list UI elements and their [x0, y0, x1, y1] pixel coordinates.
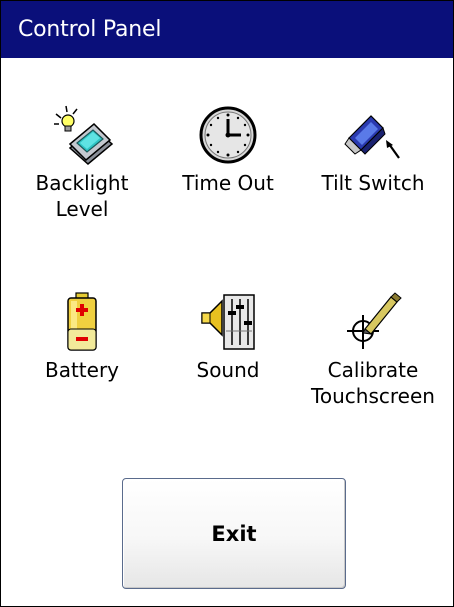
battery-item[interactable]: Battery — [7, 291, 157, 383]
title-bar: Control Panel — [1, 1, 453, 58]
clock-icon — [199, 106, 257, 164]
tilt-switch-item[interactable]: Tilt Switch — [298, 104, 448, 196]
exit-button-label: Exit — [211, 521, 257, 546]
window-title: Control Panel — [18, 17, 162, 42]
calibrate-touchscreen-item[interactable]: Calibrate Touchscreen — [298, 291, 448, 409]
calibrate-touchscreen-label: Calibrate Touchscreen — [311, 358, 435, 408]
battery-label: Battery — [44, 358, 120, 382]
control-panel-window: Control Panel Backlight Level Time Out T… — [0, 0, 454, 607]
time-out-item[interactable]: Time Out — [153, 104, 303, 196]
backlight-level-label: Backlight Level — [35, 171, 129, 221]
tilt-switch-label: Tilt Switch — [321, 171, 425, 195]
backlight-level-item[interactable]: Backlight Level — [7, 104, 157, 222]
tilt-switch-icon — [344, 115, 400, 159]
sound-item[interactable]: Sound — [153, 291, 303, 383]
exit-button[interactable]: Exit — [122, 478, 346, 589]
sound-label: Sound — [196, 358, 260, 382]
crosshair-stylus-icon — [347, 292, 402, 349]
time-out-label: Time Out — [182, 171, 274, 195]
speaker-icon — [201, 294, 255, 350]
battery-icon — [67, 292, 97, 351]
backlight-icon — [54, 105, 114, 165]
